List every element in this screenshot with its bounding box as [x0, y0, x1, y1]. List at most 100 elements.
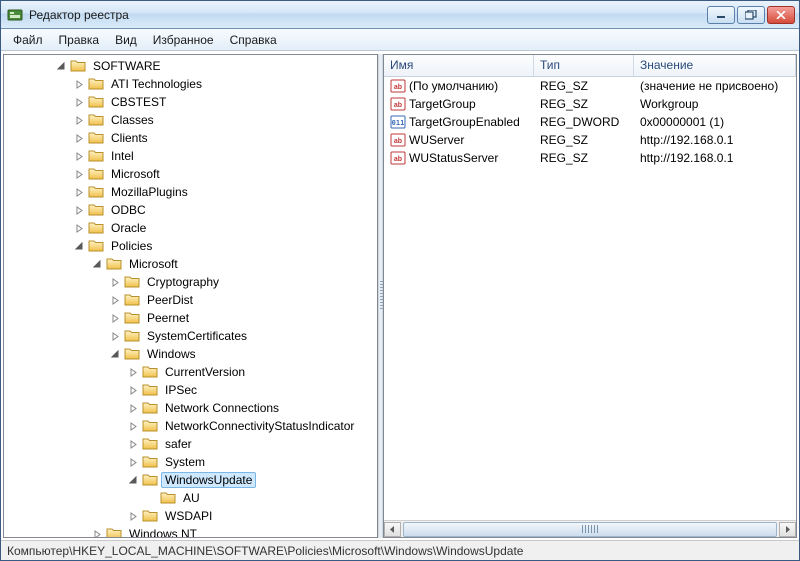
value-row[interactable]: abTargetGroupREG_SZWorkgroup	[384, 95, 796, 113]
expand-toggle-icon[interactable]	[126, 455, 140, 469]
value-row[interactable]: abWUStatusServerREG_SZhttp://192.168.0.1	[384, 149, 796, 167]
tree-item-classes[interactable]: Classes	[4, 111, 377, 129]
tree-item-windowsupdate[interactable]: WindowsUpdate	[4, 471, 377, 489]
tree-label[interactable]: CurrentVersion	[161, 364, 249, 380]
tree-item-wsdapi[interactable]: WSDAPI	[4, 507, 377, 525]
expand-toggle-icon[interactable]	[72, 95, 86, 109]
collapse-toggle-icon[interactable]	[54, 59, 68, 73]
tree-item-peerdist[interactable]: PeerDist	[4, 291, 377, 309]
maximize-button[interactable]	[737, 6, 765, 24]
column-header-type[interactable]: Тип	[534, 55, 634, 76]
scroll-track[interactable]	[401, 522, 779, 537]
tree-label[interactable]: Network Connections	[161, 400, 283, 416]
tree-label[interactable]: WSDAPI	[161, 508, 216, 524]
expand-toggle-icon[interactable]	[108, 275, 122, 289]
tree-label[interactable]: safer	[161, 436, 196, 452]
expand-toggle-icon[interactable]	[126, 401, 140, 415]
expand-toggle-icon[interactable]	[72, 185, 86, 199]
tree-label[interactable]: Windows NT	[125, 526, 201, 538]
tree-label[interactable]: Policies	[107, 238, 156, 254]
tree-item-mozilla[interactable]: MozillaPlugins	[4, 183, 377, 201]
tree-item-netconn[interactable]: Network Connections	[4, 399, 377, 417]
tree-item-ncsi[interactable]: NetworkConnectivityStatusIndicator	[4, 417, 377, 435]
tree-item-ati[interactable]: ATI Technologies	[4, 75, 377, 93]
collapse-toggle-icon[interactable]	[126, 473, 140, 487]
expand-toggle-icon[interactable]	[72, 203, 86, 217]
tree-label[interactable]: Classes	[107, 112, 158, 128]
expand-toggle-icon[interactable]	[72, 113, 86, 127]
tree-label[interactable]: ODBC	[107, 202, 150, 218]
expand-toggle-icon[interactable]	[126, 419, 140, 433]
tree-item-ipsec[interactable]: IPSec	[4, 381, 377, 399]
tree-label[interactable]: NetworkConnectivityStatusIndicator	[161, 418, 358, 434]
tree-label[interactable]: Microsoft	[107, 166, 164, 182]
expand-toggle-icon[interactable]	[126, 509, 140, 523]
expand-toggle-icon[interactable]	[72, 221, 86, 235]
tree-label[interactable]: Peernet	[143, 310, 193, 326]
tree-item-cbstest[interactable]: CBSTEST	[4, 93, 377, 111]
tree-item-policies[interactable]: Policies	[4, 237, 377, 255]
value-row[interactable]: abWUServerREG_SZhttp://192.168.0.1	[384, 131, 796, 149]
tree-label[interactable]: CBSTEST	[107, 94, 170, 110]
tree-label[interactable]: System	[161, 454, 209, 470]
tree-label[interactable]: IPSec	[161, 382, 201, 398]
column-header-name[interactable]: Имя	[384, 55, 534, 76]
tree-item-safer[interactable]: safer	[4, 435, 377, 453]
tree-label[interactable]: Oracle	[107, 220, 150, 236]
tree-item-syscerts[interactable]: SystemCertificates	[4, 327, 377, 345]
expand-toggle-icon[interactable]	[126, 365, 140, 379]
expand-toggle-icon[interactable]	[126, 437, 140, 451]
tree-label[interactable]: SystemCertificates	[143, 328, 251, 344]
tree-item-system[interactable]: System	[4, 453, 377, 471]
tree-item-oracle[interactable]: Oracle	[4, 219, 377, 237]
expand-toggle-icon[interactable]	[108, 329, 122, 343]
collapse-toggle-icon[interactable]	[90, 257, 104, 271]
list-body[interactable]: ab(По умолчанию)REG_SZ(значение не присв…	[384, 77, 796, 520]
scroll-right-arrow[interactable]	[779, 522, 796, 537]
tree-label[interactable]: WindowsUpdate	[161, 472, 256, 488]
value-row[interactable]: 011TargetGroupEnabledREG_DWORD0x00000001…	[384, 113, 796, 131]
tree-item-pol_microsoft[interactable]: Microsoft	[4, 255, 377, 273]
minimize-button[interactable]	[707, 6, 735, 24]
tree-label[interactable]: Clients	[107, 130, 152, 146]
column-header-value[interactable]: Значение	[634, 55, 796, 76]
menu-favorites[interactable]: Избранное	[145, 31, 222, 49]
tree-label[interactable]: AU	[179, 490, 204, 506]
tree-label[interactable]: ATI Technologies	[107, 76, 206, 92]
tree-item-peernet[interactable]: Peernet	[4, 309, 377, 327]
horizontal-scrollbar[interactable]	[384, 520, 796, 537]
expand-toggle-icon[interactable]	[90, 527, 104, 538]
collapse-toggle-icon[interactable]	[108, 347, 122, 361]
tree-label[interactable]: Cryptography	[143, 274, 223, 290]
tree-label[interactable]: PeerDist	[143, 292, 197, 308]
expand-toggle-icon[interactable]	[72, 167, 86, 181]
expand-toggle-icon[interactable]	[126, 383, 140, 397]
expand-toggle-icon[interactable]	[108, 311, 122, 325]
tree-item-windowsnt[interactable]: Windows NT	[4, 525, 377, 538]
value-row[interactable]: ab(По умолчанию)REG_SZ(значение не присв…	[384, 77, 796, 95]
tree-item-odbc[interactable]: ODBC	[4, 201, 377, 219]
menu-help[interactable]: Справка	[222, 31, 285, 49]
tree-item-clients[interactable]: Clients	[4, 129, 377, 147]
tree-label[interactable]: MozillaPlugins	[107, 184, 192, 200]
tree-item-software[interactable]: SOFTWARE	[4, 57, 377, 75]
tree-item-cryptography[interactable]: Cryptography	[4, 273, 377, 291]
tree-item-windows[interactable]: Windows	[4, 345, 377, 363]
menu-edit[interactable]: Правка	[51, 31, 108, 49]
menu-file[interactable]: Файл	[5, 31, 51, 49]
menu-view[interactable]: Вид	[107, 31, 145, 49]
tree-item-microsoft[interactable]: Microsoft	[4, 165, 377, 183]
tree-item-au[interactable]: AU	[4, 489, 377, 507]
close-button[interactable]	[767, 6, 795, 24]
expand-toggle-icon[interactable]	[72, 131, 86, 145]
collapse-toggle-icon[interactable]	[72, 239, 86, 253]
tree-panel[interactable]: SOFTWARE ATI Technologies CBSTEST Classes Cl…	[3, 54, 378, 538]
tree-item-intel[interactable]: Intel	[4, 147, 377, 165]
tree-label[interactable]: Microsoft	[125, 256, 182, 272]
tree-label[interactable]: SOFTWARE	[89, 58, 165, 74]
expand-toggle-icon[interactable]	[72, 149, 86, 163]
splitter[interactable]	[378, 54, 383, 538]
expand-toggle-icon[interactable]	[108, 293, 122, 307]
expand-toggle-icon[interactable]	[72, 77, 86, 91]
tree-item-currentversion[interactable]: CurrentVersion	[4, 363, 377, 381]
